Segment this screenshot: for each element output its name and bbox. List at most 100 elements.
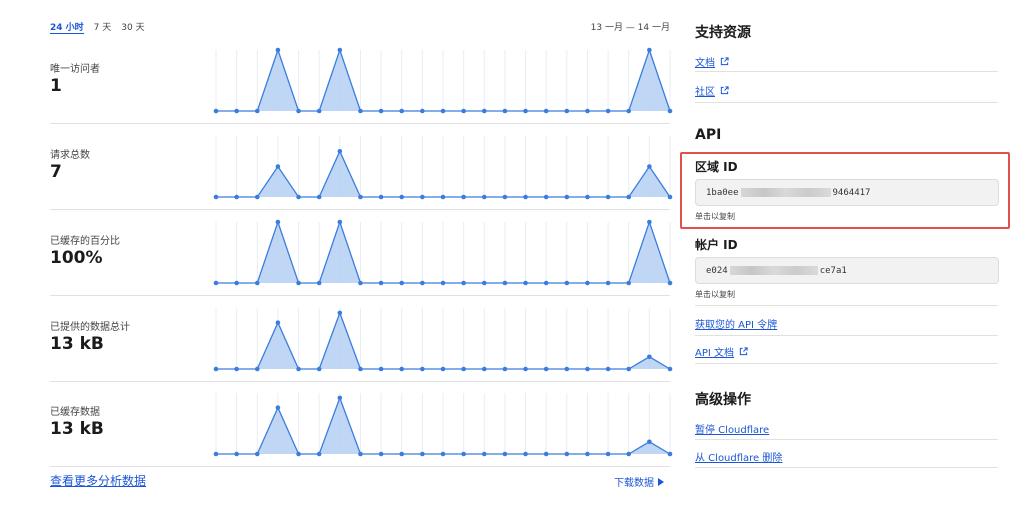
tab-24h[interactable]: 24 小时 <box>50 20 84 34</box>
account-id-field[interactable]: e024 ce7a1 <box>695 257 999 284</box>
data-point <box>275 405 281 410</box>
data-point <box>502 366 508 372</box>
metric-value: 1 <box>50 76 62 96</box>
data-point <box>440 194 446 200</box>
api-docs-link[interactable]: API 文档 <box>695 344 748 359</box>
data-point <box>564 194 570 200</box>
external-link-icon <box>720 57 729 66</box>
data-point <box>605 366 611 372</box>
metric-unique-visitors: 唯一访问者 1 <box>50 38 673 124</box>
sparkline-chart <box>213 219 673 286</box>
data-point <box>337 148 343 154</box>
external-link-icon <box>720 86 729 95</box>
sparkline-chart <box>213 47 673 114</box>
data-point <box>399 280 405 286</box>
data-point <box>420 194 425 200</box>
data-point <box>626 451 632 457</box>
data-point <box>461 366 466 372</box>
data-point <box>234 108 239 114</box>
copy-hint: 单击以复制 <box>695 290 735 299</box>
advanced-actions-title: 高级操作 <box>695 392 751 408</box>
tab-30d[interactable]: 30 天 <box>121 20 144 34</box>
data-point <box>275 219 281 225</box>
data-point <box>420 451 425 457</box>
data-point <box>378 194 384 200</box>
data-point <box>481 280 487 286</box>
data-point <box>667 366 673 372</box>
redacted-block <box>729 266 818 275</box>
data-point <box>543 366 549 372</box>
download-data-link[interactable]: 下载数据 <box>614 474 664 489</box>
data-point <box>316 366 322 372</box>
date-range: 13 一月 — 14 一月 <box>590 23 670 33</box>
data-point <box>358 280 363 286</box>
data-point <box>254 194 260 200</box>
data-point <box>461 108 466 114</box>
api-docs-link-label: API 文档 <box>695 348 734 359</box>
data-point <box>667 194 673 200</box>
data-point <box>234 366 239 372</box>
data-point <box>420 280 425 286</box>
data-point <box>399 108 405 114</box>
data-point <box>378 108 384 114</box>
divider <box>695 335 998 336</box>
data-point <box>605 280 611 286</box>
data-point <box>564 366 570 372</box>
external-link-icon <box>739 347 748 356</box>
data-point <box>213 451 219 457</box>
data-point <box>234 280 239 286</box>
data-point <box>213 366 219 372</box>
docs-link[interactable]: 文档 <box>695 54 729 69</box>
divider <box>695 363 998 364</box>
data-point <box>399 194 405 200</box>
data-point <box>378 451 384 457</box>
data-point <box>564 451 570 457</box>
data-point <box>234 451 239 457</box>
data-point <box>316 451 322 457</box>
data-point <box>626 366 632 372</box>
data-point <box>585 194 590 200</box>
data-point <box>275 47 281 53</box>
data-point <box>213 108 219 114</box>
download-label: 下载数据 <box>614 478 654 489</box>
data-point <box>275 320 281 325</box>
metric-value: 13 kB <box>50 419 104 439</box>
metric-label: 已提供的数据总计 <box>50 322 130 333</box>
data-point <box>626 194 632 200</box>
data-point <box>481 194 487 200</box>
remove-from-cloudflare-link[interactable]: 从 Cloudflare 删除 <box>695 449 782 464</box>
data-point <box>337 395 343 401</box>
divider <box>695 467 998 468</box>
sidebar: 支持资源 文档 社区 API 区域 ID 1ba0ee 9464417 单击以复… <box>695 0 1000 507</box>
view-more-analytics-link[interactable]: 查看更多分析数据 <box>50 472 146 489</box>
data-point <box>605 451 611 457</box>
data-point <box>358 366 363 372</box>
time-range-tabs: 24 小时 7 天 30 天 <box>50 20 145 34</box>
metric-value: 7 <box>50 162 62 182</box>
data-point <box>585 366 590 372</box>
data-point <box>543 194 549 200</box>
metric-label: 已缓存的百分比 <box>50 236 120 247</box>
data-point <box>337 47 343 53</box>
data-point <box>296 280 301 286</box>
sparkline-chart <box>213 393 673 457</box>
get-api-token-link[interactable]: 获取您的 API 令牌 <box>695 316 777 331</box>
data-point <box>481 451 487 457</box>
community-link[interactable]: 社区 <box>695 83 729 98</box>
tab-7d[interactable]: 7 天 <box>94 20 112 34</box>
data-point <box>399 366 405 372</box>
data-point <box>440 451 446 457</box>
data-point <box>481 366 487 372</box>
sparkline-chart <box>213 136 673 200</box>
data-point <box>523 451 528 457</box>
data-point <box>523 194 528 200</box>
metric-value: 13 kB <box>50 334 104 354</box>
metric-value: 100% <box>50 248 103 268</box>
divider <box>695 305 998 306</box>
pause-cloudflare-link[interactable]: 暂停 Cloudflare <box>695 421 769 436</box>
account-id-suffix: ce7a1 <box>819 265 847 276</box>
account-id-prefix: e024 <box>706 265 728 276</box>
support-title: 支持资源 <box>695 25 751 41</box>
data-point <box>440 280 446 286</box>
data-point <box>378 280 384 286</box>
